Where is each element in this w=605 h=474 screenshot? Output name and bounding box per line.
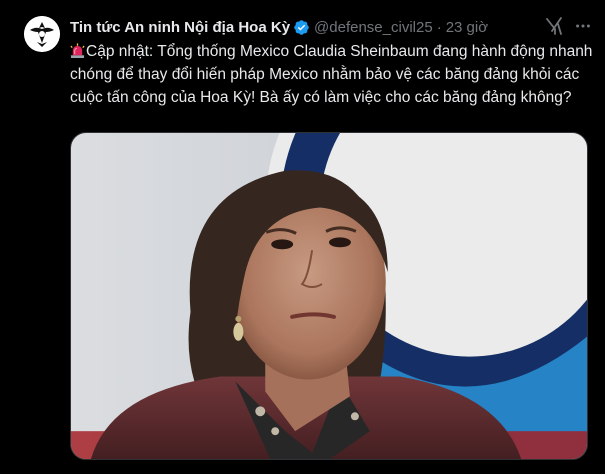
tweet-text: Cập nhật: Tổng thống Mexico Claudia Shei…	[70, 40, 595, 109]
more-options-icon[interactable]	[573, 16, 593, 36]
tweet-header: Tin tức An ninh Nội địa Hoa Kỳ @defense_…	[70, 17, 590, 37]
tweet-photo[interactable]: MEXICO S	[70, 132, 588, 460]
avatar[interactable]	[24, 16, 60, 52]
verified-badge-icon	[294, 19, 309, 35]
tweet-text-body: Cập nhật: Tổng thống Mexico Claudia Shei…	[70, 43, 593, 106]
tweet[interactable]: Tin tức An ninh Nội địa Hoa Kỳ @defense_…	[0, 0, 605, 474]
timestamp[interactable]: 23 giờ	[446, 19, 488, 36]
grok-icon[interactable]	[544, 16, 564, 36]
author-handle[interactable]: @defense_civil25	[314, 19, 433, 36]
author-name[interactable]: Tin tức An ninh Nội địa Hoa Kỳ	[70, 19, 290, 36]
separator-dot: ·	[436, 18, 442, 36]
siren-emoji-icon	[70, 43, 85, 58]
